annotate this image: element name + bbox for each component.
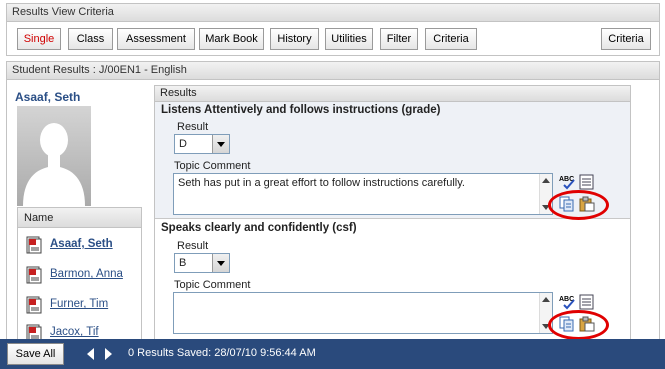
criteria-right-button[interactable]: Criteria — [601, 28, 651, 50]
results-header: Results — [155, 86, 630, 102]
next-arrow-icon[interactable] — [104, 347, 114, 364]
highlight-ring — [548, 310, 609, 340]
report-document-icon — [26, 236, 42, 260]
result-select-value: B — [179, 257, 187, 269]
single-button[interactable]: Single — [17, 28, 61, 50]
result-label: Result — [177, 121, 209, 133]
student-name-list: Name Asaaf, Seth Barmon, Anna Furner, Ti… — [17, 207, 142, 340]
results-panel: Results Listens Attentively and follows … — [154, 85, 631, 340]
bottom-toolbar: Save All 0 Results Saved: 28/07/10 9:56:… — [0, 339, 665, 369]
topic-title: Speaks clearly and confidently (csf) — [161, 222, 357, 234]
student-results-title: Student Results : J/00EN1 - English — [7, 62, 659, 80]
result-select[interactable]: D — [174, 134, 230, 154]
highlight-ring — [548, 190, 609, 220]
utilities-button[interactable]: Utilities — [325, 28, 373, 50]
class-button[interactable]: Class — [68, 28, 113, 50]
student-photo — [17, 106, 91, 206]
assessment-button[interactable]: Assessment — [117, 28, 195, 50]
topic-comment-label: Topic Comment — [174, 279, 251, 291]
student-silhouette-icon — [23, 123, 85, 206]
criteria-panel-title: Results View Criteria — [7, 4, 659, 22]
save-status-text: 0 Results Saved: 28/07/10 9:56:44 AM — [128, 347, 316, 359]
previous-arrow-icon[interactable] — [85, 347, 95, 364]
save-all-button[interactable]: Save All — [7, 343, 64, 365]
topic-comment-field[interactable] — [173, 292, 553, 334]
student-link[interactable]: Furner, Tim — [50, 295, 108, 313]
student-link[interactable]: Barmon, Anna — [50, 265, 123, 283]
student-results-panel: Student Results : J/00EN1 - English Asaa… — [6, 61, 660, 341]
result-label: Result — [177, 240, 209, 252]
report-document-icon — [26, 296, 42, 320]
result-select-value: D — [179, 138, 187, 150]
criteria-panel: Results View Criteria Single Class Asses… — [6, 3, 660, 56]
filter-button[interactable]: Filter — [380, 28, 418, 50]
topic-comment-label: Topic Comment — [174, 160, 251, 172]
report-document-icon — [26, 266, 42, 290]
topic-comment-field[interactable]: Seth has put in a great effort to follow… — [173, 173, 553, 215]
mark-book-button[interactable]: Mark Book — [199, 28, 264, 50]
topic-section: Speaks clearly and confidently (csf) Res… — [155, 220, 630, 340]
history-button[interactable]: History — [270, 28, 319, 50]
criteria-button[interactable]: Criteria — [425, 28, 477, 50]
student-name: Asaaf, Seth — [15, 90, 81, 104]
chevron-down-icon[interactable] — [212, 254, 229, 272]
student-link[interactable]: Asaaf, Seth — [50, 235, 113, 253]
topic-comment-text: Seth has put in a great effort to follow… — [178, 177, 465, 189]
result-select[interactable]: B — [174, 253, 230, 273]
name-column-header: Name — [18, 208, 141, 228]
chevron-down-icon[interactable] — [212, 135, 229, 153]
topic-section: Listens Attentively and follows instruct… — [155, 102, 630, 220]
topic-title: Listens Attentively and follows instruct… — [161, 104, 441, 116]
